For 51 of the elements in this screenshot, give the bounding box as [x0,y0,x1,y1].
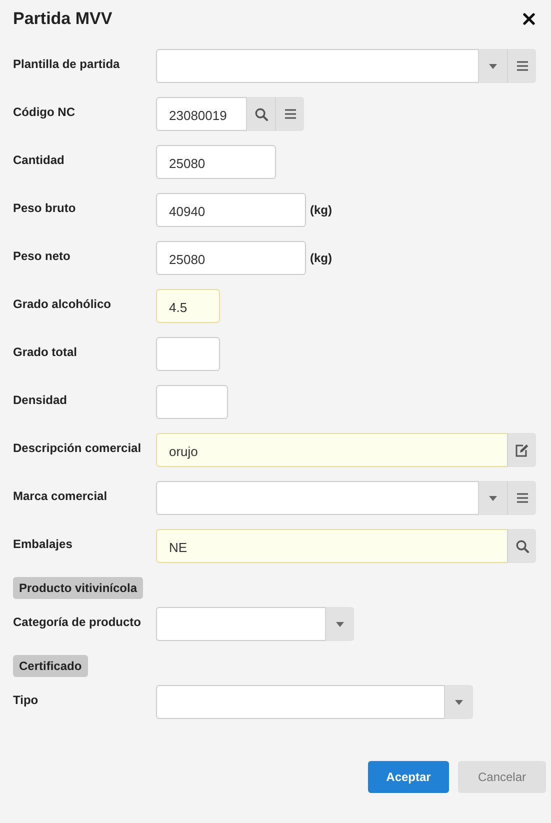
input-field[interactable] [156,481,478,515]
menu-icon [516,61,528,71]
field-label: Peso bruto [13,201,77,217]
field-label: Marca comercial [13,489,108,505]
input-field[interactable] [156,385,228,419]
field-label: Código NC [13,105,76,121]
edit-icon [515,444,529,456]
input-field[interactable] [156,685,444,719]
field-label: Plantilla de partida [13,57,121,73]
input-field[interactable]: 4.5 [156,289,220,323]
caret-icon [336,622,344,626]
accept-button[interactable]: Aceptar [368,761,449,793]
search-icon [516,540,528,552]
input-field[interactable] [156,337,220,371]
input-field[interactable]: 25080 [156,145,276,179]
field-label: Grado alcohólico [13,297,112,313]
field-label: Peso neto [13,249,72,265]
input-field[interactable] [156,607,325,641]
field-label: Grado total [13,345,78,361]
input-field[interactable]: NE [156,529,507,563]
caret-icon [455,700,463,704]
section-header: Producto vitivinícola [13,577,144,599]
section-header: Certificado [13,655,88,677]
field-label: Descripción comercial [13,441,142,457]
unit-label: (kg) [310,251,332,265]
menu-icon [284,109,296,119]
menu-icon [516,493,528,503]
field-label: Tipo [13,693,40,709]
dropdown-button[interactable] [444,685,473,719]
edit-button[interactable] [507,433,536,467]
dropdown-button[interactable] [325,607,354,641]
close-icon[interactable] [523,12,535,24]
input-field[interactable]: 40940 [156,193,306,227]
field-label: Cantidad [13,153,66,169]
field-label: Densidad [13,393,68,409]
input-field[interactable]: orujo [156,433,507,467]
input-field[interactable]: 25080 [156,241,306,275]
search-icon [254,108,268,120]
unit-label: (kg) [310,203,332,217]
search-button[interactable] [246,97,275,131]
menu-button[interactable] [507,481,536,515]
menu-button[interactable] [507,49,536,83]
dialog-title: Partida MVV [13,8,112,28]
input-field[interactable]: 23080019 [156,97,246,131]
caret-icon [489,64,497,68]
caret-icon [489,496,497,500]
menu-button[interactable] [275,97,304,131]
field-label: Embalajes [13,537,74,553]
search-button[interactable] [507,529,536,563]
field-label: Categoría de producto [13,615,142,631]
input-field[interactable] [156,49,478,83]
